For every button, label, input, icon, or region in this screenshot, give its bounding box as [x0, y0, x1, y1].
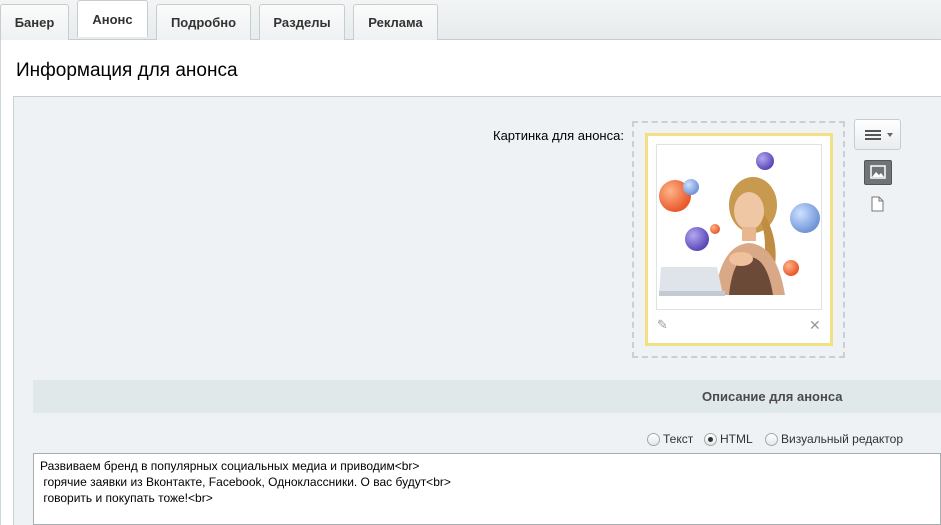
image-menu-button[interactable] — [854, 119, 901, 150]
tab-sections[interactable]: Разделы — [259, 4, 345, 40]
tab-banner[interactable]: Банер — [0, 4, 69, 40]
mode-html-option[interactable]: HTML — [704, 431, 753, 447]
mode-text-option[interactable]: Текст — [647, 431, 693, 447]
page-title: Информация для анонса — [16, 60, 238, 81]
mode-text-label: Текст — [663, 432, 694, 446]
menu-icon — [865, 130, 881, 140]
close-icon[interactable]: ✕ — [809, 318, 823, 332]
tab-announce[interactable]: Анонс — [77, 0, 148, 37]
image-icon — [870, 165, 886, 179]
mode-visual-label: Визуальный редактор — [781, 432, 904, 446]
file-view-button[interactable] — [871, 196, 884, 212]
mode-html-radio[interactable] — [704, 432, 717, 446]
announce-image — [656, 144, 822, 310]
tab-advertising[interactable]: Реклама — [353, 4, 438, 40]
mode-visual-option[interactable]: Визуальный редактор — [765, 431, 903, 447]
mode-visual-radio[interactable] — [765, 432, 778, 446]
description-section-title: Описание для анонса — [702, 389, 843, 404]
pencil-icon[interactable]: ✎ — [657, 318, 671, 332]
announce-image-illustration — [659, 152, 820, 296]
description-textarea[interactable]: Развиваем бренд в популярных социальных … — [33, 453, 941, 525]
tab-details[interactable]: Подробно — [156, 4, 251, 40]
tab-bar: Банер Анонс Подробно Разделы Реклама — [0, 0, 941, 40]
image-field-label: Картинка для анонса: — [493, 128, 624, 143]
image-view-button[interactable] — [864, 160, 892, 185]
chevron-down-icon — [887, 133, 893, 137]
mode-html-label: HTML — [720, 432, 753, 446]
mode-text-radio[interactable] — [647, 432, 660, 446]
file-icon — [871, 196, 884, 212]
